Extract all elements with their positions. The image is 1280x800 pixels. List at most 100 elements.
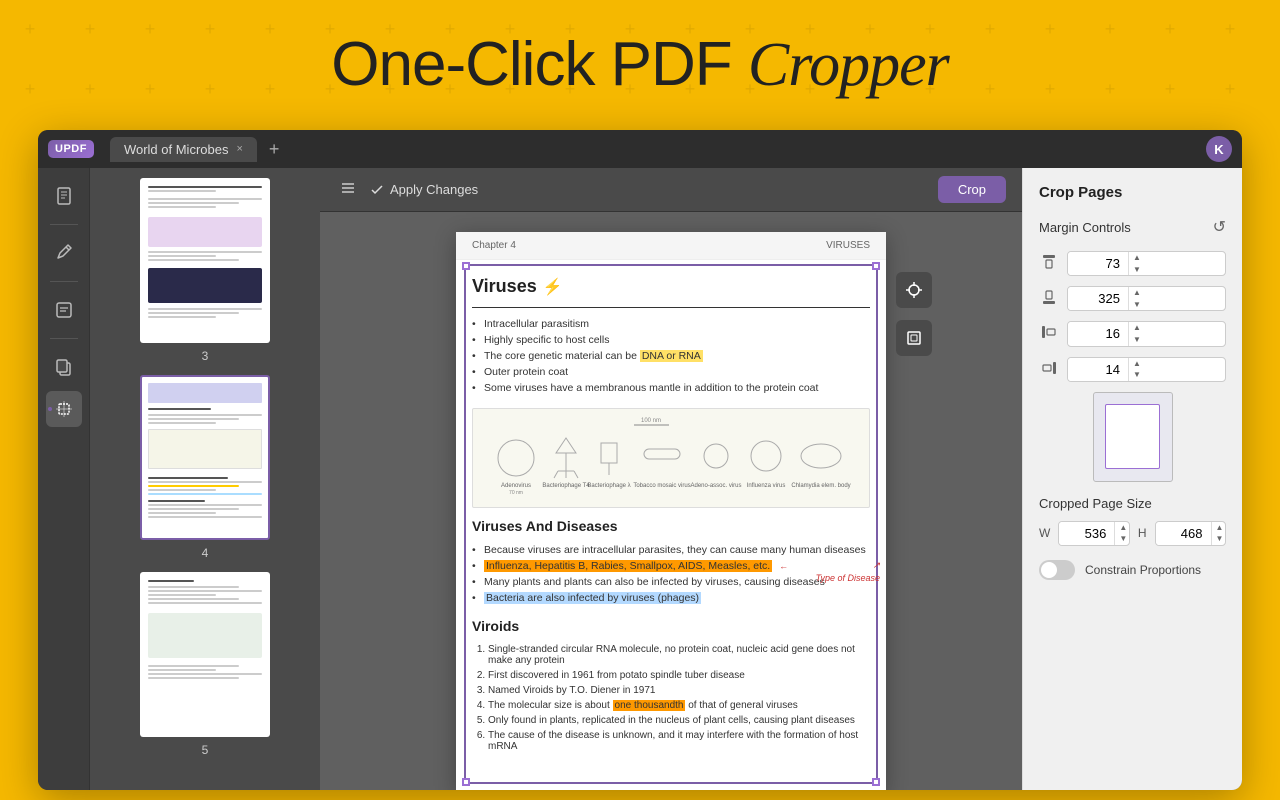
bullet-item-3: The core genetic material can be DNA or … [472, 348, 870, 364]
height-input-wrapper: ▲ ▼ [1155, 521, 1227, 546]
page-preview [1093, 392, 1173, 482]
crop-corner-bl[interactable] [462, 778, 470, 786]
crop-corner-br[interactable] [872, 778, 880, 786]
margin-bottom-icon [1039, 289, 1059, 308]
width-spinner: ▲ ▼ [1114, 522, 1130, 545]
right-panel: Crop Pages Margin Controls ↺ [1022, 168, 1242, 790]
crop-button[interactable]: Crop [938, 176, 1006, 203]
margin-right-spinner: ▲ ▼ [1128, 358, 1145, 381]
phages-highlight: Bacteria are also infected by viruses (p… [484, 592, 701, 604]
thousandth-highlight: one thousandth [613, 700, 686, 711]
app-window: UPDF World of Microbes × + K [38, 130, 1242, 790]
bullet-item-4: Outer protein coat [472, 364, 870, 380]
toolbar-icon-button[interactable] [336, 176, 360, 203]
margin-left-input-wrapper: ▲ ▼ [1067, 321, 1226, 346]
viroids-title: Viroids [472, 618, 870, 634]
tab-close-button[interactable]: × [236, 144, 242, 155]
thumbnail-label-5: 5 [202, 743, 209, 757]
crop-crosshair-button[interactable] [896, 272, 932, 308]
viroid-item-1: Single-stranded circular RNA molecule, n… [488, 642, 870, 668]
thumbnail-frame-4 [140, 375, 270, 540]
constrain-row: Constrain Proportions [1039, 560, 1226, 580]
crop-frame-button[interactable] [896, 320, 932, 356]
margin-right-increment[interactable]: ▲ [1129, 358, 1145, 370]
svg-text:Adeno-assoc. virus: Adeno-assoc. virus [690, 483, 741, 489]
height-decrement[interactable]: ▼ [1212, 533, 1227, 545]
height-input[interactable] [1156, 522, 1211, 545]
cropped-page-size-label: Cropped Page Size [1039, 496, 1226, 511]
reset-button[interactable]: ↺ [1213, 217, 1226, 237]
sidebar-icon-text[interactable] [46, 292, 82, 328]
toggle-knob [1041, 562, 1057, 578]
height-spinner: ▲ ▼ [1211, 522, 1227, 545]
thumbnail-page-5[interactable]: 5 [100, 572, 310, 757]
viroid-item-2: First discovered in 1961 from potato spi… [488, 668, 870, 683]
sidebar-icon-document[interactable] [46, 178, 82, 214]
app-body: 3 [38, 168, 1242, 790]
viroid-item-6: The cause of the disease is unknown, and… [488, 728, 870, 754]
margin-right-input-wrapper: ▲ ▼ [1067, 357, 1226, 382]
disease-bullet-2: Influenza, Hepatitis B, Rabies, Smallpox… [472, 558, 870, 574]
height-increment[interactable]: ▲ [1212, 522, 1227, 534]
apply-changes-button[interactable]: Apply Changes [370, 182, 478, 197]
margin-top-input[interactable] [1068, 252, 1128, 275]
sidebar-icons [38, 168, 90, 790]
margin-controls-label: Margin Controls [1039, 220, 1131, 235]
margin-left-icon [1039, 324, 1059, 343]
main-content: Apply Changes Crop Chapter 4 VIRUSES [320, 168, 1022, 790]
width-input[interactable] [1059, 522, 1114, 545]
svg-text:70 nm: 70 nm [509, 490, 523, 496]
disease-bullet-3: Many plants and plants can also be infec… [472, 574, 870, 590]
thumbnail-page-3[interactable]: 3 [100, 178, 310, 363]
margin-right-icon [1039, 360, 1059, 379]
viroid-item-5: Only found in plants, replicated in the … [488, 713, 870, 728]
margin-bottom-input-wrapper: ▲ ▼ [1067, 286, 1226, 311]
thumbnails-panel: 3 [90, 168, 320, 790]
sidebar-icon-edit[interactable] [46, 235, 82, 271]
dna-rna-highlight: DNA or RNA [640, 350, 703, 362]
toolbar: Apply Changes Crop [320, 168, 1022, 212]
margin-controls-header: Margin Controls ↺ [1039, 217, 1226, 237]
sidebar-icon-copy[interactable] [46, 349, 82, 385]
margin-left-increment[interactable]: ▲ [1129, 322, 1145, 334]
page-preview-inner [1105, 404, 1160, 469]
constrain-label: Constrain Proportions [1085, 563, 1201, 577]
margin-bottom-increment[interactable]: ▲ [1129, 287, 1145, 299]
thumbnail-page-4[interactable]: 4 [100, 375, 310, 560]
tab-bar: World of Microbes × + [110, 137, 1206, 162]
viroids-numbered-list: Single-stranded circular RNA molecule, n… [472, 642, 870, 754]
constrain-toggle[interactable] [1039, 560, 1075, 580]
margin-bottom-input[interactable] [1068, 287, 1128, 310]
svg-text:Bacteriophage λ: Bacteriophage λ [587, 483, 630, 489]
viruses-title-text: Viruses [472, 276, 537, 297]
viruses-section-title: Viruses ⚡ [472, 276, 870, 297]
margin-left-input[interactable] [1068, 322, 1128, 345]
disease-bullet-4: Bacteria are also infected by viruses (p… [472, 590, 870, 606]
margin-row-right: ▲ ▼ [1039, 357, 1226, 382]
width-increment[interactable]: ▲ [1115, 522, 1130, 534]
page-header: Chapter 4 VIRUSES [456, 232, 886, 260]
width-decrement[interactable]: ▼ [1115, 533, 1130, 545]
tab-world-of-microbes[interactable]: World of Microbes × [110, 137, 257, 162]
title-bar: UPDF World of Microbes × + K [38, 130, 1242, 168]
header-title-regular: One-Click PDF [331, 30, 748, 99]
margin-right-input[interactable] [1068, 358, 1128, 381]
margin-top-icon [1039, 254, 1059, 273]
margin-bottom-decrement[interactable]: ▼ [1129, 299, 1145, 311]
page-container: Chapter 4 VIRUSES [456, 232, 886, 790]
sidebar-divider-3 [50, 338, 78, 339]
viroid-item-3: Named Viroids by T.O. Diener in 1971 [488, 683, 870, 698]
sidebar-icon-crop[interactable] [46, 391, 82, 427]
margin-row-bottom: ▲ ▼ [1039, 286, 1226, 311]
viruses-bullet-list: Intracellular parasitism Highly specific… [472, 316, 870, 396]
apply-changes-label: Apply Changes [390, 182, 478, 197]
margin-left-decrement[interactable]: ▼ [1129, 334, 1145, 346]
margin-top-decrement[interactable]: ▼ [1129, 264, 1145, 276]
margin-right-decrement[interactable]: ▼ [1129, 369, 1145, 381]
add-tab-button[interactable]: + [261, 139, 288, 160]
viroid-item-4: The molecular size is about one thousand… [488, 698, 870, 713]
margin-top-increment[interactable]: ▲ [1129, 252, 1145, 264]
svg-text:Chlamydia elem. body: Chlamydia elem. body [791, 483, 850, 489]
diseases-bullet-list: Because viruses are intracellular parasi… [472, 542, 870, 606]
thumbnail-frame-5 [140, 572, 270, 737]
